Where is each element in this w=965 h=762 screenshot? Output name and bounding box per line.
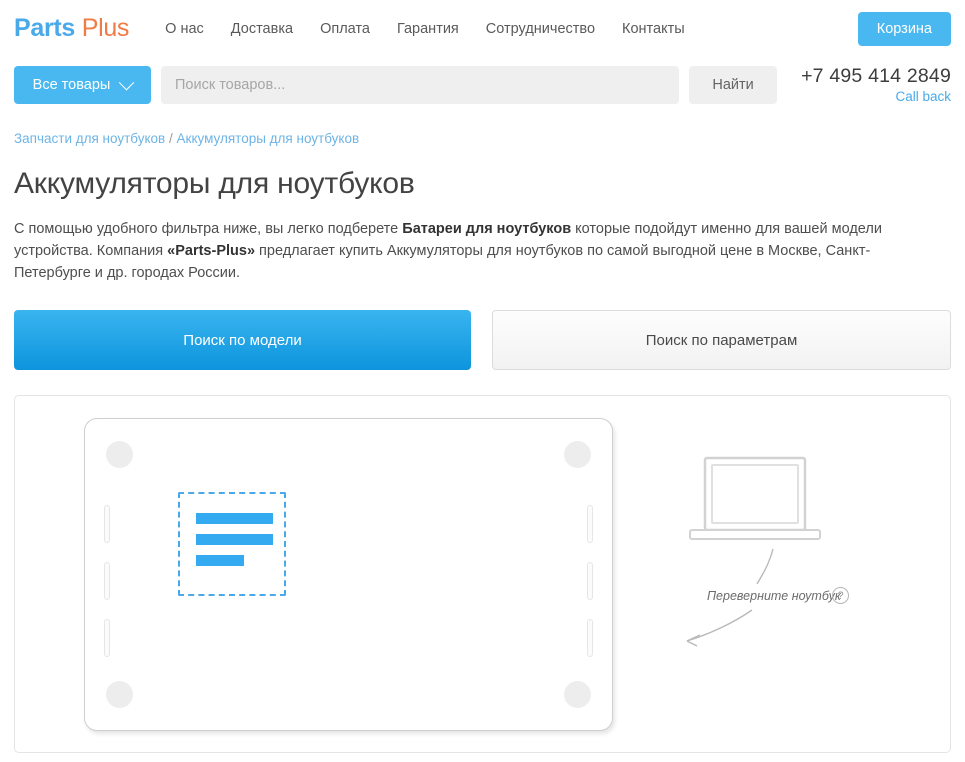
site-header: Parts Plus О нас Доставка Оплата Гаранти… bbox=[0, 0, 965, 57]
logo-plus-text: Plus bbox=[82, 14, 129, 42]
screw-icon-top-right bbox=[564, 441, 591, 468]
nav-partnership[interactable]: Сотрудничество bbox=[486, 21, 595, 37]
flip-laptop-illustration: Переверните ноутбук ? bbox=[655, 436, 955, 686]
sticker-bar-3 bbox=[196, 555, 244, 566]
tab-search-by-model[interactable]: Поиск по модели bbox=[14, 310, 471, 370]
vent-slot-left-2 bbox=[104, 562, 110, 600]
logo-parts-text: Parts bbox=[14, 14, 75, 42]
breadcrumb: Запчасти для ноутбуков / Аккумуляторы дл… bbox=[14, 131, 951, 146]
chevron-down-icon bbox=[119, 74, 135, 90]
vent-slot-left-1 bbox=[104, 505, 110, 543]
breadcrumb-parent-link[interactable]: Запчасти для ноутбуков bbox=[14, 131, 165, 146]
intro-part-1: С помощью удобного фильтра ниже, вы легк… bbox=[14, 221, 402, 237]
nav-about[interactable]: О нас bbox=[165, 21, 204, 37]
model-selector-panel: Переверните ноутбук ? Бренд Выберите бре… bbox=[14, 395, 951, 753]
find-button[interactable]: Найти bbox=[689, 66, 777, 104]
nav-delivery[interactable]: Доставка bbox=[231, 21, 293, 37]
phone-number: +7 495 414 2849 bbox=[801, 66, 951, 86]
vent-slot-right-3 bbox=[587, 619, 593, 657]
contact-phone-block: +7 495 414 2849 Call back bbox=[801, 66, 951, 104]
intro-bold-2: «Parts-Plus» bbox=[167, 243, 255, 259]
screw-icon-bottom-right bbox=[564, 681, 591, 708]
laptop-underside-illustration bbox=[84, 418, 613, 731]
main-navigation: О нас Доставка Оплата Гарантия Сотруднич… bbox=[165, 21, 858, 37]
site-logo[interactable]: Parts Plus bbox=[14, 14, 129, 43]
screw-icon-bottom-left bbox=[106, 681, 133, 708]
sticker-bar-1 bbox=[196, 513, 273, 524]
search-mode-tabs: Поиск по модели Поиск по параметрам bbox=[14, 310, 951, 370]
all-goods-dropdown-button[interactable]: Все товары bbox=[14, 66, 151, 104]
page-title: Аккумуляторы для ноутбуков bbox=[14, 167, 951, 201]
cart-button[interactable]: Корзина bbox=[858, 12, 951, 46]
search-bar: Все товары Найти +7 495 414 2849 Call ba… bbox=[0, 57, 965, 113]
nav-warranty[interactable]: Гарантия bbox=[397, 21, 459, 37]
breadcrumb-current-link[interactable]: Аккумуляторы для ноутбуков bbox=[177, 131, 360, 146]
page-content: Запчасти для ноутбуков / Аккумуляторы дл… bbox=[0, 131, 965, 370]
sticker-bar-2 bbox=[196, 534, 273, 545]
call-back-link[interactable]: Call back bbox=[801, 90, 951, 104]
screw-icon-top-left bbox=[106, 441, 133, 468]
laptop-and-arrow-icon bbox=[655, 436, 955, 686]
tab-search-by-params[interactable]: Поиск по параметрам bbox=[492, 310, 951, 370]
vent-slot-right-2 bbox=[587, 562, 593, 600]
breadcrumb-separator: / bbox=[169, 131, 173, 146]
nav-contacts[interactable]: Контакты bbox=[622, 21, 685, 37]
page-intro-text: С помощью удобного фильтра ниже, вы легк… bbox=[14, 218, 944, 284]
vent-slot-left-3 bbox=[104, 619, 110, 657]
all-goods-label: Все товары bbox=[33, 77, 111, 93]
search-input[interactable] bbox=[161, 66, 679, 104]
nav-payment[interactable]: Оплата bbox=[320, 21, 370, 37]
flip-laptop-caption: Переверните ноутбук bbox=[707, 589, 841, 603]
help-icon[interactable]: ? bbox=[832, 587, 849, 604]
intro-bold-1: Батареи для ноутбуков bbox=[402, 221, 571, 237]
vent-slot-right-1 bbox=[587, 505, 593, 543]
model-label-sticker-icon bbox=[178, 492, 286, 596]
